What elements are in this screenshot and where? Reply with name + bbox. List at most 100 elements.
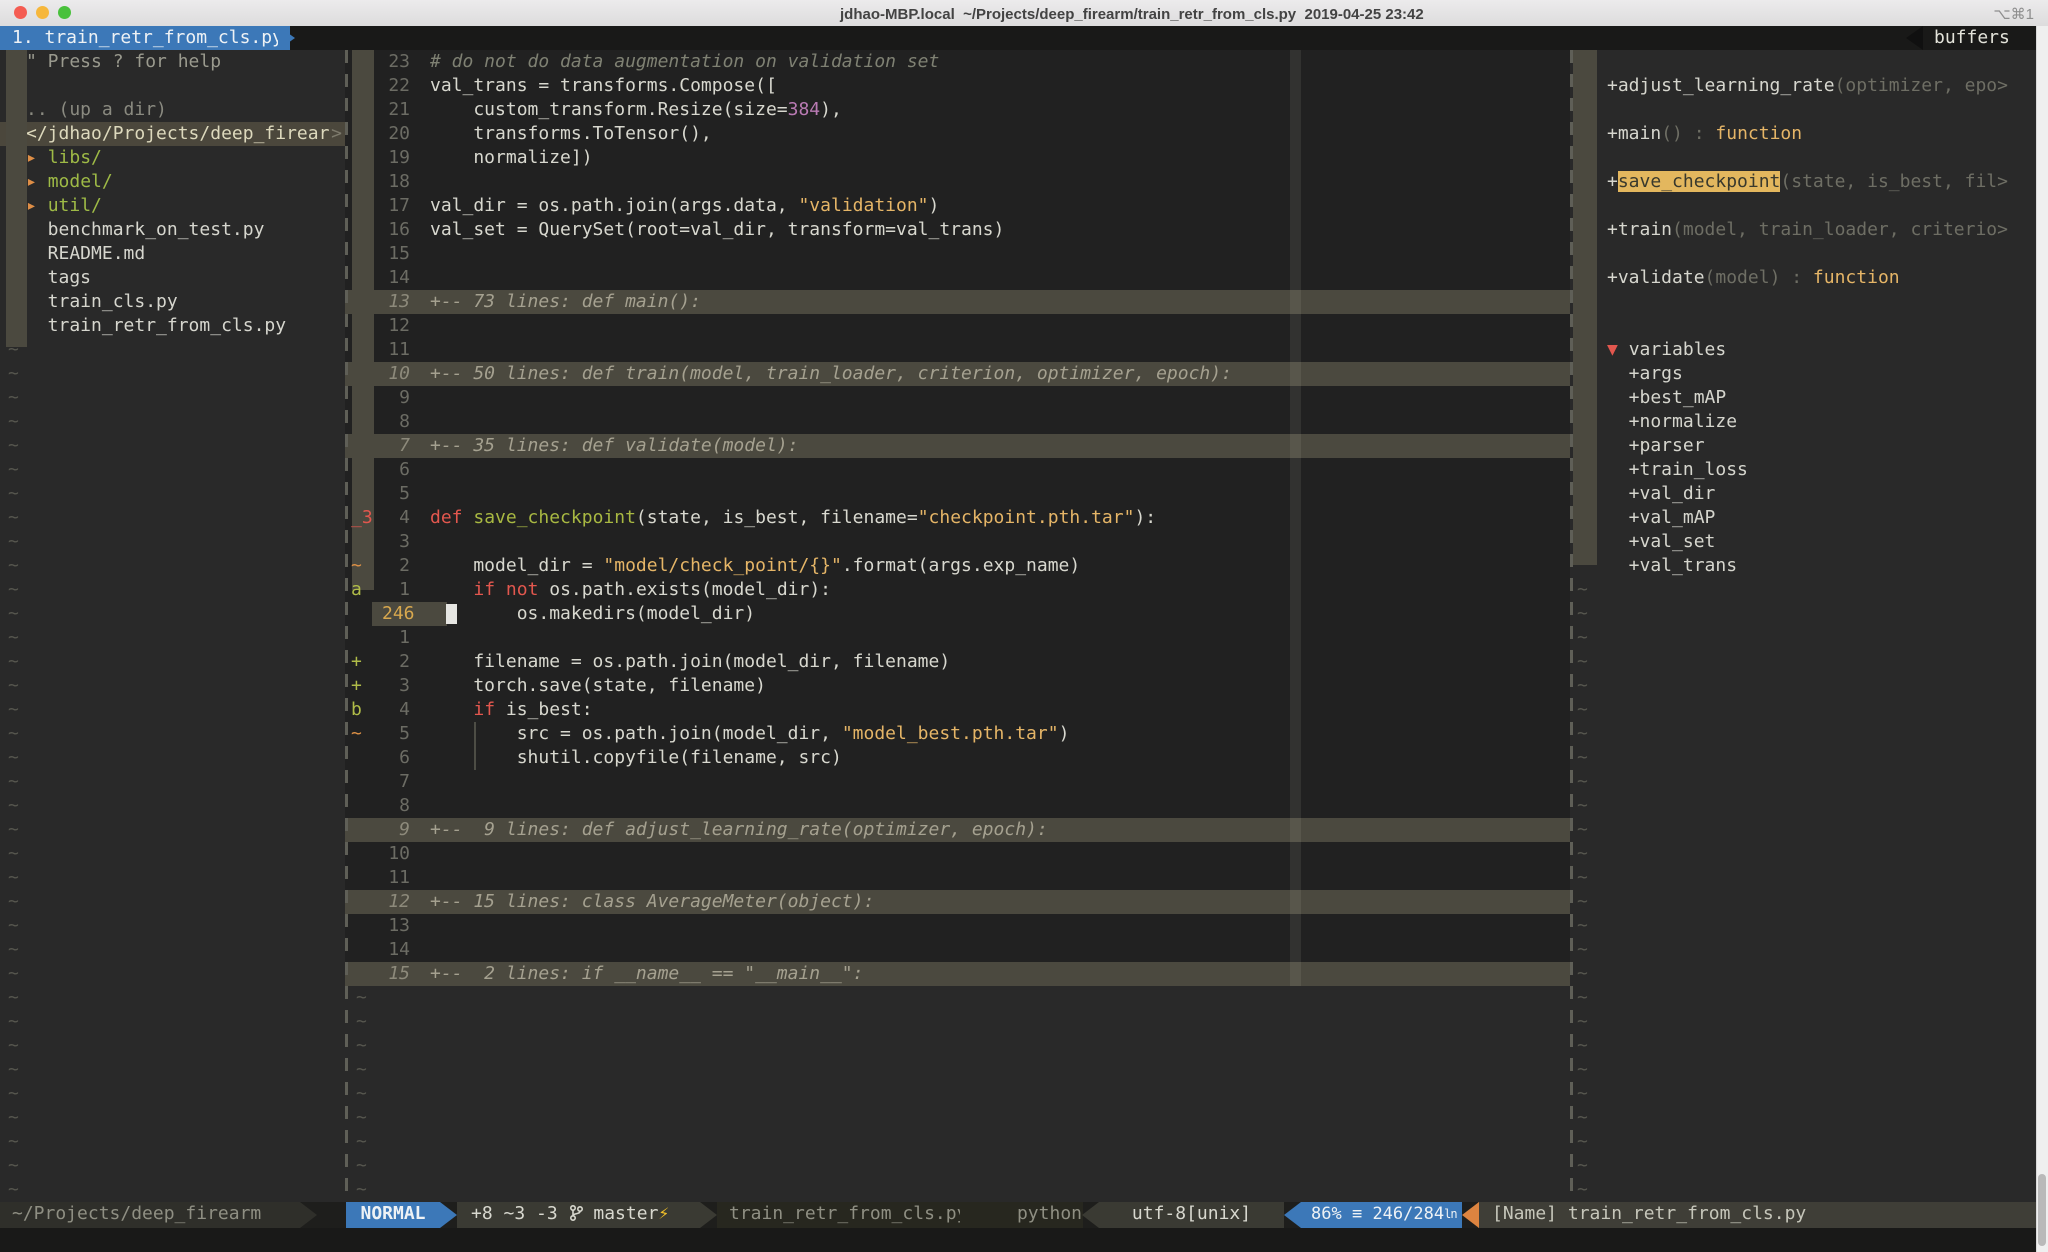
nerdtree-item[interactable]: ▸ util/ bbox=[0, 194, 345, 218]
git-branch-icon bbox=[569, 1204, 583, 1229]
editor-line[interactable]: 14 bbox=[345, 938, 1570, 962]
empty-line: ~ bbox=[0, 506, 345, 530]
empty-line: ~ bbox=[345, 1082, 1570, 1106]
editor-line[interactable]: 22val_trans = transforms.Compose([ bbox=[345, 74, 1570, 98]
editor-line[interactable]: 2 filename = os.path.join(model_dir, fil… bbox=[345, 650, 1570, 674]
nerdtree-item[interactable]: ▸ model/ bbox=[0, 170, 345, 194]
editor-line[interactable]: 2 model_dir = "model/check_point/{}".for… bbox=[345, 554, 1570, 578]
tagbar-tag[interactable]: +main() : function bbox=[1570, 122, 2036, 146]
fold-line[interactable]: 12+-- 15 lines: class AverageMeter(objec… bbox=[345, 890, 1570, 914]
text-segment: ~ bbox=[1577, 770, 1588, 794]
editor-line[interactable]: 6 bbox=[345, 458, 1570, 482]
tagbar-tag[interactable]: +adjust_learning_rate(optimizer, epo> bbox=[1570, 74, 2036, 98]
editor-line[interactable]: 16val_set = QuerySet(root=val_dir, trans… bbox=[345, 218, 1570, 242]
empty-line: ~ bbox=[1570, 962, 2036, 986]
fold-line[interactable]: 10+-- 50 lines: def train(model, train_l… bbox=[345, 362, 1570, 386]
tagbar-tag[interactable]: +save_checkpoint(state, is_best, fil> bbox=[1570, 170, 2036, 194]
nerdtree-item[interactable] bbox=[0, 74, 345, 98]
tagbar-tag[interactable]: +val_dir bbox=[1570, 482, 2036, 506]
editor-line[interactable]: 10 bbox=[345, 842, 1570, 866]
tagbar-tag[interactable]: +train_loss bbox=[1570, 458, 2036, 482]
editor-line[interactable]: 21 custom_transform.Resize(size=384), bbox=[345, 98, 1570, 122]
nerdtree-item[interactable]: train_cls.py bbox=[0, 290, 345, 314]
nerdtree-item[interactable]: benchmark_on_test.py bbox=[0, 218, 345, 242]
empty-line: ~ bbox=[1570, 1010, 2036, 1034]
nerdtree-item[interactable]: .. (up a dir) bbox=[0, 98, 345, 122]
editor-line[interactable]: 14 bbox=[345, 266, 1570, 290]
tagbar-tag[interactable]: +validate(model) : function bbox=[1570, 266, 2036, 290]
editor-line[interactable]: 6 shutil.copyfile(filename, src) bbox=[345, 746, 1570, 770]
tagbar-tag[interactable]: +normalize bbox=[1570, 410, 2036, 434]
nerdtree-item[interactable]: README.md bbox=[0, 242, 345, 266]
text-segment: 384 bbox=[788, 99, 821, 120]
window-scroll-thumb[interactable] bbox=[1573, 50, 1597, 565]
editor-line[interactable]: 23# do not do data augmentation on valid… bbox=[345, 50, 1570, 74]
nerdtree-item[interactable]: " Press ? for help bbox=[0, 50, 345, 74]
airline-statusline: ~/Projects/deep_firearmNORMAL+8 ~3 -3 ma… bbox=[0, 1202, 2048, 1228]
tagbar-tag[interactable]: +val_trans bbox=[1570, 554, 2036, 578]
text-segment: ~ bbox=[1577, 698, 1588, 722]
tagbar-tag[interactable]: +val_set bbox=[1570, 530, 2036, 554]
editor-line[interactable]: 13 bbox=[345, 914, 1570, 938]
close-traffic-light-icon[interactable] bbox=[14, 6, 27, 19]
fold-line[interactable]: 13+-- 73 lines: def main(): bbox=[345, 290, 1570, 314]
nerdtree-item[interactable]: tags bbox=[0, 266, 345, 290]
tagbar-tag[interactable]: +args bbox=[1570, 362, 2036, 386]
editor-line[interactable]: 8 bbox=[345, 794, 1570, 818]
editor-line[interactable]: 20 transforms.ToTensor(), bbox=[345, 122, 1570, 146]
empty-line: ~ bbox=[1570, 602, 2036, 626]
editor-line[interactable]: 1 bbox=[345, 626, 1570, 650]
editor-line[interactable]: 1 if not os.path.exists(model_dir):a bbox=[345, 578, 1570, 602]
nerdtree-root-item[interactable]: </jdhao/Projects/deep_firear> bbox=[0, 122, 345, 146]
editor-line[interactable]: 18 bbox=[345, 170, 1570, 194]
editor-line[interactable]: 3 torch.save(state, filename)+ bbox=[345, 674, 1570, 698]
nerdtree-item[interactable]: ▸ libs/ bbox=[0, 146, 345, 170]
editor-window[interactable]: 23# do not do data augmentation on valid… bbox=[345, 50, 1570, 1202]
editor-line[interactable]: 7 bbox=[345, 770, 1570, 794]
editor-line[interactable]: 8 bbox=[345, 410, 1570, 434]
editor-line[interactable]: 9 bbox=[345, 386, 1570, 410]
tagbar-kind-variables[interactable]: ▼ variables bbox=[1570, 338, 2036, 362]
tagbar-tag[interactable]: +train(model, train_loader, criterio> bbox=[1570, 218, 2036, 242]
editor-line[interactable]: 11 bbox=[345, 338, 1570, 362]
editor-line[interactable]: 19 normalize]) bbox=[345, 146, 1570, 170]
fold-line[interactable]: 7+-- 35 lines: def validate(model): bbox=[345, 434, 1570, 458]
tagbar-tag[interactable]: +val_mAP bbox=[1570, 506, 2036, 530]
scrollbar-track[interactable] bbox=[2036, 26, 2048, 1252]
editor-line[interactable]: 246 os.makedirs(model_dir) bbox=[345, 602, 1570, 626]
maximize-traffic-light-icon[interactable] bbox=[58, 6, 71, 19]
text-segment: ~ bbox=[1577, 1130, 1588, 1154]
empty-line: ~ bbox=[0, 1034, 345, 1058]
editor-line[interactable]: 12 bbox=[345, 314, 1570, 338]
fold-line[interactable]: 9+-- 9 lines: def adjust_learning_rate(o… bbox=[345, 818, 1570, 842]
editor-line[interactable]: 5 bbox=[345, 482, 1570, 506]
fold-text: +-- 73 lines: def main(): bbox=[430, 290, 701, 314]
iterm-window: jdhao-MBP.local ~/Projects/deep_firearm/… bbox=[0, 0, 2048, 1252]
text-segment: ~ bbox=[1577, 1178, 1588, 1202]
editor-line[interactable]: 11 bbox=[345, 866, 1570, 890]
editor-line[interactable]: 15 bbox=[345, 242, 1570, 266]
minimize-traffic-light-icon[interactable] bbox=[36, 6, 49, 19]
window-scroll-thumb[interactable] bbox=[6, 50, 27, 347]
code-text: os.makedirs(model_dir) bbox=[430, 602, 755, 626]
fold-line[interactable]: 15+-- 2 lines: if __name__ == "__main__"… bbox=[345, 962, 1570, 986]
empty-line: ~ bbox=[0, 338, 345, 362]
editor-line[interactable]: 4def save_checkpoint(state, is_best, fil… bbox=[345, 506, 1570, 530]
tab-train-retr-from-cls[interactable]: 1. train_retr_from_cls.py bbox=[0, 26, 290, 50]
editor-line[interactable]: 17val_dir = os.path.join(args.data, "val… bbox=[345, 194, 1570, 218]
empty-line: ~ bbox=[0, 866, 345, 890]
tagbar-tag[interactable]: +parser bbox=[1570, 434, 2036, 458]
gutter-sign: _3 bbox=[351, 506, 395, 530]
scrollbar-thumb[interactable] bbox=[2038, 1174, 2046, 1246]
empty-line: ~ bbox=[0, 554, 345, 578]
text-segment: ▸ bbox=[26, 147, 48, 168]
text-segment: ▸ bbox=[26, 195, 48, 216]
nerdtree-item[interactable]: train_retr_from_cls.py bbox=[0, 314, 345, 338]
editor-line[interactable]: 4 if is_best:b bbox=[345, 698, 1570, 722]
editor-line[interactable]: 3 bbox=[345, 530, 1570, 554]
editor-line[interactable]: 5 src = os.path.join(model_dir, "model_b… bbox=[345, 722, 1570, 746]
text-segment: ~ bbox=[8, 987, 19, 1008]
tagbar-tag[interactable]: +best_mAP bbox=[1570, 386, 2036, 410]
empty-line: ~ bbox=[0, 1130, 345, 1154]
text-segment: shutil.copyfile(filename, src) bbox=[430, 747, 842, 768]
